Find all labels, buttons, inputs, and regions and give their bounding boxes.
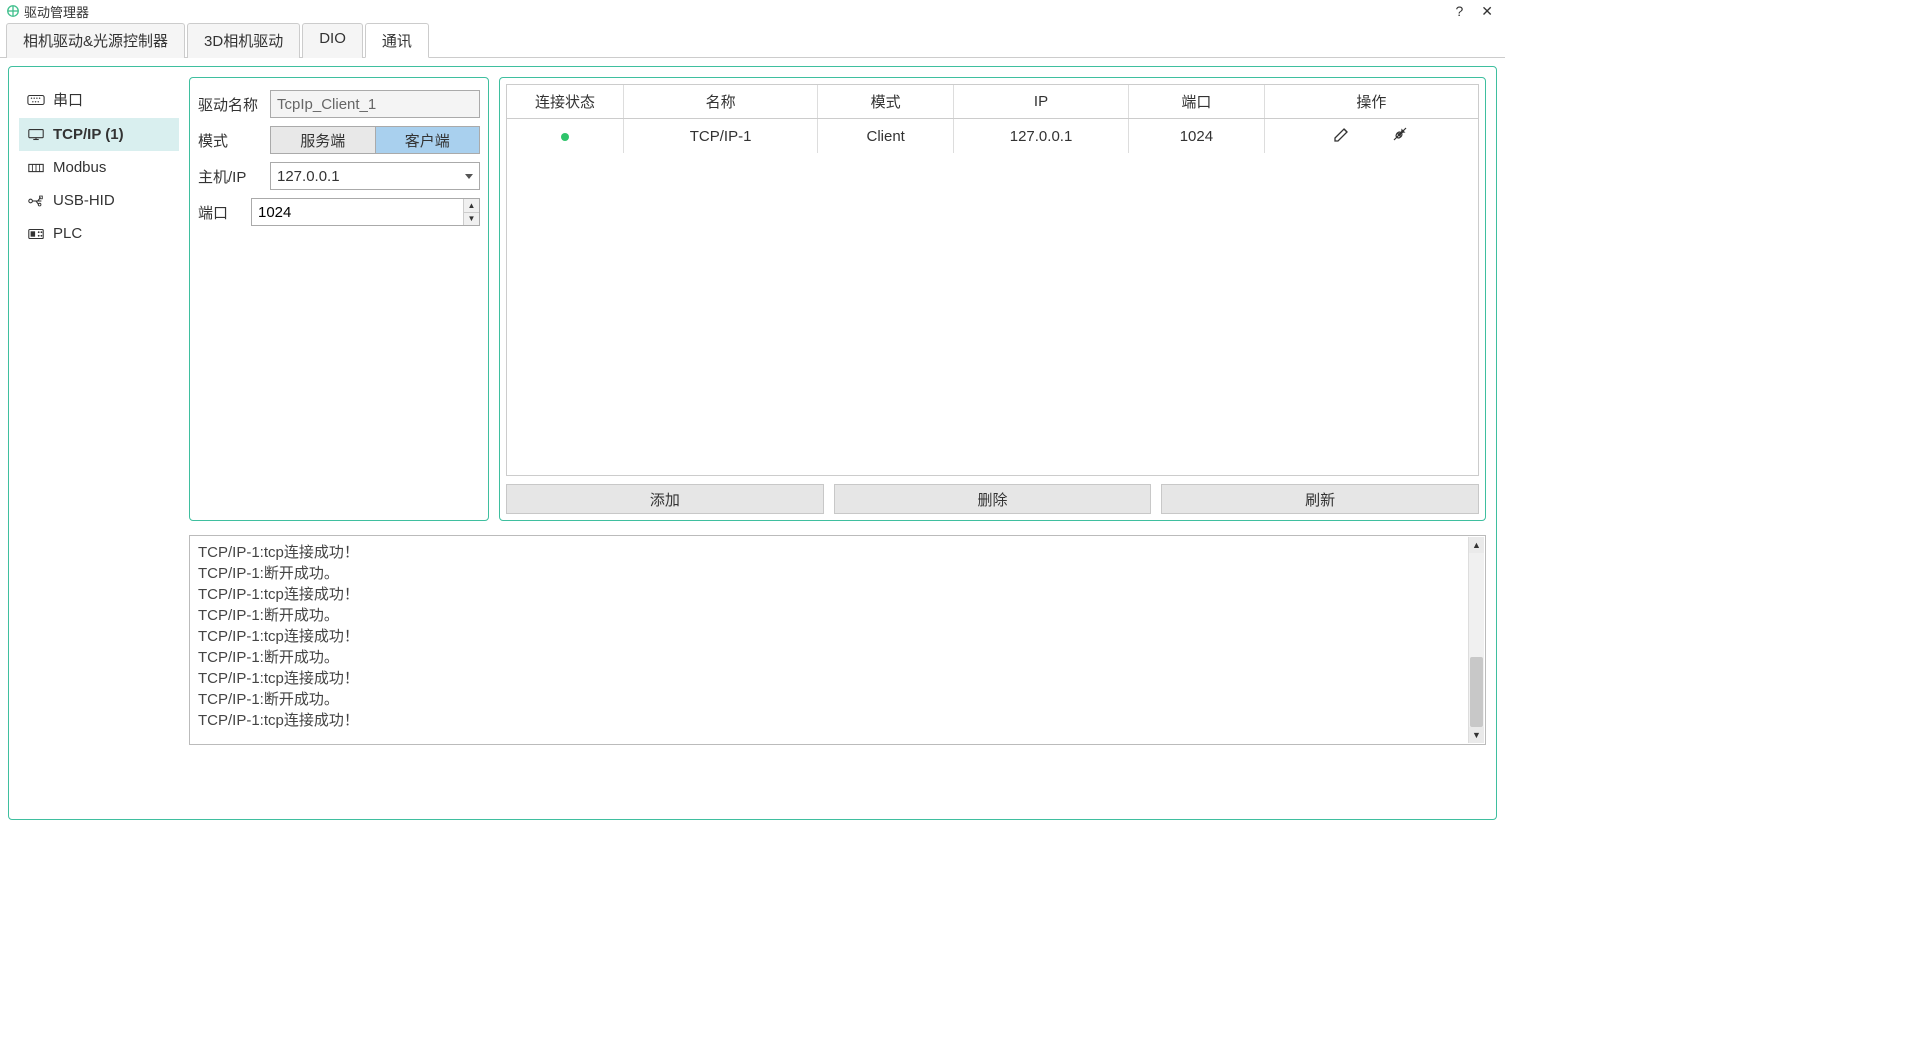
log-line: TCP/IP-1:tcp连接成功！	[198, 710, 1477, 731]
sidebar-item-serial[interactable]: 串口	[19, 81, 179, 118]
delete-button[interactable]: 删除	[834, 484, 1152, 514]
cell-mode: Client	[818, 119, 954, 154]
mode-server-button[interactable]: 服务端	[271, 127, 375, 153]
col-mode: 模式	[818, 85, 954, 119]
status-dot-icon	[561, 133, 569, 141]
sidebar-item-tcpip[interactable]: TCP/IP (1)	[19, 118, 179, 151]
log-line: TCP/IP-1:tcp连接成功！	[198, 584, 1477, 605]
col-status: 连接状态	[507, 85, 624, 119]
port-input[interactable]	[252, 199, 463, 225]
log-line: TCP/IP-1:tcp连接成功！	[198, 626, 1477, 647]
top-tabs: 相机驱动&光源控制器 3D相机驱动 DIO 通讯	[0, 22, 1505, 58]
tab-dio[interactable]: DIO	[302, 23, 363, 58]
connection-table: 连接状态 名称 模式 IP 端口 操作 TCP/IP-1 Client	[507, 85, 1478, 153]
window-controls: ? ✕	[1455, 3, 1499, 20]
cell-port: 1024	[1128, 119, 1264, 154]
app-icon	[6, 4, 20, 18]
col-port: 端口	[1128, 85, 1264, 119]
col-name: 名称	[624, 85, 818, 119]
table-row[interactable]: TCP/IP-1 Client 127.0.0.1 1024	[507, 119, 1478, 154]
tab-3d-camera-driver[interactable]: 3D相机驱动	[187, 23, 300, 58]
sidebar: 串口 TCP/IP (1) Modbus USB-HID	[19, 77, 179, 521]
titlebar: 驱动管理器 ? ✕	[0, 0, 1505, 22]
mode-label: 模式	[198, 130, 270, 151]
host-label: 主机/IP	[198, 166, 270, 187]
network-icon	[27, 128, 45, 142]
cell-name: TCP/IP-1	[624, 119, 818, 154]
table-panel: 连接状态 名称 模式 IP 端口 操作 TCP/IP-1 Client	[499, 77, 1486, 521]
tab-communication[interactable]: 通讯	[365, 23, 429, 58]
log-line: TCP/IP-1:断开成功。	[198, 563, 1477, 584]
form-panel: 驱动名称 模式 服务端 客户端 主机/IP 127.0.0.1	[189, 77, 489, 521]
modbus-icon	[27, 161, 45, 175]
sidebar-item-modbus[interactable]: Modbus	[19, 151, 179, 184]
log-line: TCP/IP-1:断开成功。	[198, 647, 1477, 668]
edit-icon[interactable]	[1333, 125, 1351, 143]
sidebar-item-label: Modbus	[53, 159, 106, 176]
sidebar-item-label: USB-HID	[53, 192, 115, 209]
mode-toggle: 服务端 客户端	[270, 126, 480, 154]
add-button[interactable]: 添加	[506, 484, 824, 514]
cell-ip: 127.0.0.1	[954, 119, 1129, 154]
host-value: 127.0.0.1	[277, 168, 340, 185]
table-wrap: 连接状态 名称 模式 IP 端口 操作 TCP/IP-1 Client	[506, 84, 1479, 476]
refresh-button[interactable]: 刷新	[1161, 484, 1479, 514]
scroll-up-button[interactable]: ▲	[1469, 537, 1484, 553]
usb-icon	[27, 194, 45, 208]
log-line: TCP/IP-1:断开成功。	[198, 689, 1477, 710]
table-header-row: 连接状态 名称 模式 IP 端口 操作	[507, 85, 1478, 119]
close-button[interactable]: ✕	[1481, 3, 1493, 20]
serial-port-icon	[27, 93, 45, 107]
log-line: TCP/IP-1:tcp连接成功！	[198, 542, 1477, 563]
sidebar-item-label: 串口	[53, 89, 83, 110]
col-ops: 操作	[1264, 85, 1478, 119]
sidebar-item-plc[interactable]: PLC	[19, 217, 179, 250]
sidebar-item-usbhid[interactable]: USB-HID	[19, 184, 179, 217]
port-label: 端口	[198, 202, 251, 223]
driver-name-input[interactable]	[270, 90, 480, 118]
plc-icon	[27, 227, 45, 241]
disconnect-icon[interactable]	[1391, 125, 1409, 143]
scroll-down-button[interactable]: ▼	[1469, 727, 1484, 743]
log-line: TCP/IP-1:tcp连接成功！	[198, 668, 1477, 689]
button-row: 添加 删除 刷新	[506, 484, 1479, 514]
tab-camera-driver[interactable]: 相机驱动&光源控制器	[6, 23, 185, 58]
host-combo[interactable]: 127.0.0.1	[270, 162, 480, 190]
mode-client-button[interactable]: 客户端	[375, 127, 480, 153]
log-scrollbar[interactable]: ▲ ▼	[1468, 537, 1484, 743]
log-panel: TCP/IP-1:tcp连接成功！TCP/IP-1:断开成功。TCP/IP-1:…	[189, 535, 1486, 745]
window-title: 驱动管理器	[24, 2, 89, 21]
help-button[interactable]: ?	[1455, 3, 1463, 20]
scroll-thumb[interactable]	[1470, 657, 1483, 727]
driver-name-label: 驱动名称	[198, 94, 270, 115]
col-ip: IP	[954, 85, 1129, 119]
log-line: TCP/IP-1:断开成功。	[198, 605, 1477, 626]
port-spinner[interactable]: ▲ ▼	[251, 198, 480, 226]
sidebar-item-label: TCP/IP (1)	[53, 126, 124, 143]
port-step-down[interactable]: ▼	[464, 212, 479, 226]
port-step-up[interactable]: ▲	[464, 199, 479, 212]
main-frame: 串口 TCP/IP (1) Modbus USB-HID	[8, 66, 1497, 820]
sidebar-item-label: PLC	[53, 225, 82, 242]
